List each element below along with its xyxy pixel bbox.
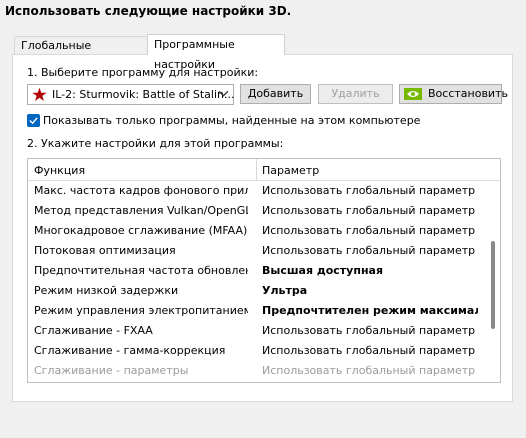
table-row[interactable]: Метод представления Vulkan/OpenGL Исполь… [28,201,488,221]
column-header-feature[interactable]: Функция [34,164,85,177]
table-row[interactable]: Сглаживание - гамма-коррекция Использова… [28,341,488,361]
row-value: Использовать глобальный параметр (Вкл) [262,244,478,257]
table-row[interactable]: Потоковая оптимизация Использовать глоба… [28,241,488,261]
page-heading: Использовать следующие настройки 3D. [5,4,292,18]
remove-button[interactable]: Удалить [318,84,393,104]
table-row[interactable]: Многокадровое сглаживание (MFAA) Использ… [28,221,488,241]
restore-button[interactable]: Восстановить [399,84,508,106]
row-feature: Сглаживание - гамма-коррекция [34,344,226,357]
add-button[interactable]: Добавить [240,84,311,104]
table-header: Функция Параметр [28,159,500,181]
row-feature: Предпочтительная частота обновлени... [34,264,248,277]
step2-label: 2. Укажите настройки для этой программы: [27,137,284,150]
row-value: Использовать глобальный параметр (В... [262,184,478,197]
program-select[interactable]: IL-2: Sturmovik: Battle of Stalin... [27,84,234,105]
table-scrollbar[interactable] [486,181,500,382]
row-feature: Многокадровое сглаживание (MFAA) [34,224,248,237]
row-feature: Сглаживание - параметры [34,364,189,377]
nvidia-logo-icon [404,88,422,106]
table-row[interactable]: Макс. частота кадров фонового прило... И… [28,181,488,201]
row-value: Использовать глобальный параметр (А... [262,204,478,217]
table-row[interactable]: Режим управления электропитанием Предпоч… [28,301,488,321]
row-value: Высшая доступная [262,264,384,277]
show-found-programs-checkbox[interactable] [27,114,40,127]
settings-table: Функция Параметр Макс. частота кадров фо… [27,158,501,383]
table-row[interactable]: Сглаживание - FXAA Использовать глобальн… [28,321,488,341]
restore-button-label: Восстановить [428,87,508,100]
show-found-programs-label: Показывать только программы, найденные н… [43,114,421,127]
chevron-down-icon [218,88,229,102]
row-feature: Сглаживание - FXAA [34,324,153,337]
scrollbar-thumb[interactable] [491,241,495,329]
row-value: Ультра [262,284,308,297]
row-feature: Метод представления Vulkan/OpenGL [34,204,248,217]
row-value: Использовать глобальный параметр (В... [262,324,478,337]
row-value: Использовать глобальный параметр (В... [262,224,478,237]
step1-label: 1. Выберите программу для настройки: [27,66,259,79]
row-feature: Режим управления электропитанием [34,304,248,317]
column-header-value[interactable]: Параметр [262,164,319,177]
checkmark-icon [29,117,38,125]
program-select-value: IL-2: Sturmovik: Battle of Stalin... [52,88,235,101]
red-star-icon [32,87,47,105]
table-row[interactable]: Сглаживание - параметры Использовать гло… [28,361,488,381]
table-row[interactable]: Предпочтительная частота обновлени... Вы… [28,261,488,281]
table-row[interactable]: Режим низкой задержки Ультра [28,281,488,301]
row-value: Предпочтителен режим максимал... [262,304,478,317]
tab-global-settings[interactable]: Глобальные параметры [14,36,148,69]
row-feature: Макс. частота кадров фонового прило... [34,184,248,197]
row-value: Использовать глобальный параметр (У... [262,364,478,377]
column-divider[interactable] [256,159,257,181]
row-feature: Потоковая оптимизация [34,244,176,257]
row-value: Использовать глобальный параметр (В... [262,344,478,357]
tab-program-settings[interactable]: Программные настройки [147,34,285,71]
row-feature: Режим низкой задержки [34,284,179,297]
